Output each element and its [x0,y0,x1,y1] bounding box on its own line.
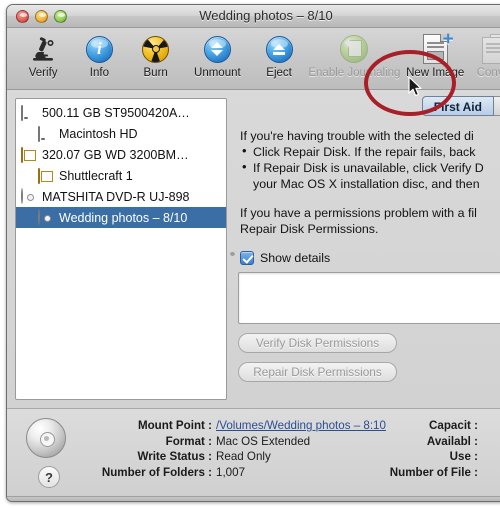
first-aid-bullet-2-continuation: your Mac OS X installation disc, and the… [253,177,480,191]
list-item-disk-5-selected[interactable]: Wedding photos – 8/10 [16,207,226,228]
first-aid-intro: If you're having trouble with the select… [240,129,474,143]
volume-info-left-values: /Volumes/Wedding photos – 8:10 Mac OS Ex… [212,418,386,480]
permissions-line-1: If you have a permissions problem with a… [240,206,477,220]
list-item-label: Shuttlecraft 1 [59,168,133,183]
toolbar-button-info[interactable]: i Info [71,32,127,88]
external-drive-icon [21,147,38,163]
eject-icon [265,32,293,66]
tab-first-aid[interactable]: First Aid [421,96,494,116]
label-mount-point: Mount Point [90,418,212,434]
label-available: Availabl [372,434,478,450]
toolbar-label-convert: Convert [476,67,500,79]
window-bottom-strip [7,496,500,501]
show-details-checkbox[interactable] [240,251,254,265]
toolbar-button-verify[interactable]: Verify [15,32,71,88]
toolbar-label-unmount: Unmount [194,67,241,79]
repair-disk-permissions-button[interactable]: Repair Disk Permissions [238,362,397,382]
volume-info-left-labels: Mount Point Format Write Status Number o… [90,418,212,480]
label-used: Use [372,449,478,465]
list-item-label: MATSHITA DVD-R UJ-898 [42,189,190,204]
label-capacity: Capacit [372,418,478,434]
toolbar-button-eject[interactable]: Eject [251,32,307,88]
volume-info-grid: Mount Point Format Write Status Number o… [87,418,500,480]
optical-drive-icon [21,188,38,204]
volume-info-panel: ? Mount Point Format Write Status Number… [7,408,500,501]
toolbar-label-eject: Eject [266,67,292,79]
show-details-row[interactable]: Show details [238,251,500,265]
window-body: 500.11 GB ST9500420A… Macintosh HD 320.0… [7,90,500,408]
list-item-label: 500.11 GB ST9500420A… [42,105,190,120]
first-aid-bullet-1: Click Repair Disk. If the repair fails, … [240,143,500,160]
list-item-disk-2[interactable]: 320.07 GB WD 3200BM… [16,144,226,165]
value-write-status: Read Only [216,450,271,463]
volume-info-right-labels: Capacit Availabl Use Number of File [372,418,478,480]
external-volume-icon [38,168,55,184]
label-number-of-files: Number of File [372,465,478,481]
toolbar-button-new-image[interactable]: + New Image [402,30,469,88]
convert-icon [481,32,500,66]
volume-info-left-column: Mount Point Format Write Status Number o… [87,418,386,480]
pane-splitter[interactable] [227,98,238,408]
show-details-label: Show details [260,251,331,265]
first-aid-instructions: If you're having trouble with the select… [238,128,500,237]
journaling-icon: ✦ [340,32,369,66]
list-item-disk-4[interactable]: MATSHITA DVD-R UJ-898 [16,186,226,207]
disc-volume-large-icon [26,418,66,458]
toolbar-button-enable-journaling[interactable]: ✦ Enable Journaling [307,32,401,88]
burn-radiation-icon [142,32,170,66]
disk-utility-window: Wedding photos – 8/10 Verify i Info Burn… [6,4,500,502]
list-item-label: Macintosh HD [59,126,138,141]
toolbar: Verify i Info Burn Unmount Eject ✦ Enabl… [7,28,500,116]
unmount-icon [203,32,231,66]
label-format: Format [90,434,212,450]
toolbar-label-info: Info [89,67,109,79]
volume-info-right-column: Capacit Availabl Use Number of File [352,418,482,480]
list-item-disk-1[interactable]: Macintosh HD [16,123,226,144]
value-format: Mac OS Extended [216,434,311,448]
label-number-of-folders: Number of Folders [90,465,212,481]
splitter-handle[interactable] [230,250,235,256]
value-number-of-folders: 1,007 [216,465,246,479]
detail-pane: First Aid E If you're having trouble wit… [238,96,500,408]
microscope-icon [28,32,58,66]
toolbar-button-burn[interactable]: Burn [128,32,184,88]
hard-drive-icon [21,105,38,121]
value-mount-point[interactable]: /Volumes/Wedding photos – 8:10 [216,418,386,434]
window-title: Wedding photos – 8/10 [199,8,333,23]
toolbar-button-unmount[interactable]: Unmount [184,32,251,88]
toolbar-label-verify: Verify [28,67,58,79]
tab-erase[interactable]: E [493,96,500,116]
window-titlebar: Wedding photos – 8/10 [7,5,500,28]
toolbar-label-enable-journaling: Enable Journaling [308,67,401,79]
disk-list-panel[interactable]: 500.11 GB ST9500420A… Macintosh HD 320.0… [15,98,227,400]
volume-info-right-values [478,418,482,480]
first-aid-bullet-2: If Repair Disk is unavailable, click Ver… [240,159,500,176]
info-icon: i [85,32,113,66]
help-button[interactable]: ? [38,466,60,488]
disc-volume-icon [38,209,55,225]
disk-list: 500.11 GB ST9500420A… Macintosh HD 320.0… [16,99,226,228]
toolbar-label-burn: Burn [143,67,168,79]
toolbar-label-new-image: New Image [406,67,465,79]
details-output-area[interactable] [238,272,500,324]
list-item-label: 320.07 GB WD 3200BM… [42,147,189,162]
label-write-status: Write Status [90,449,212,465]
verify-disk-permissions-button[interactable]: Verify Disk Permissions [238,333,397,353]
volume-icon [38,126,55,142]
permissions-line-2: Repair Disk Permissions. [240,222,379,236]
toolbar-button-convert[interactable]: Convert [469,32,500,88]
new-image-icon: + [422,30,454,66]
text-gap [240,192,500,205]
list-item-disk-3[interactable]: Shuttlecraft 1 [16,165,226,186]
list-item-disk-0[interactable]: 500.11 GB ST9500420A… [16,102,226,123]
first-aid-bullet-list: Click Repair Disk. If the repair fails, … [240,143,500,176]
tab-bar: First Aid E [421,96,500,116]
list-item-label: Wedding photos – 8/10 [59,210,188,225]
